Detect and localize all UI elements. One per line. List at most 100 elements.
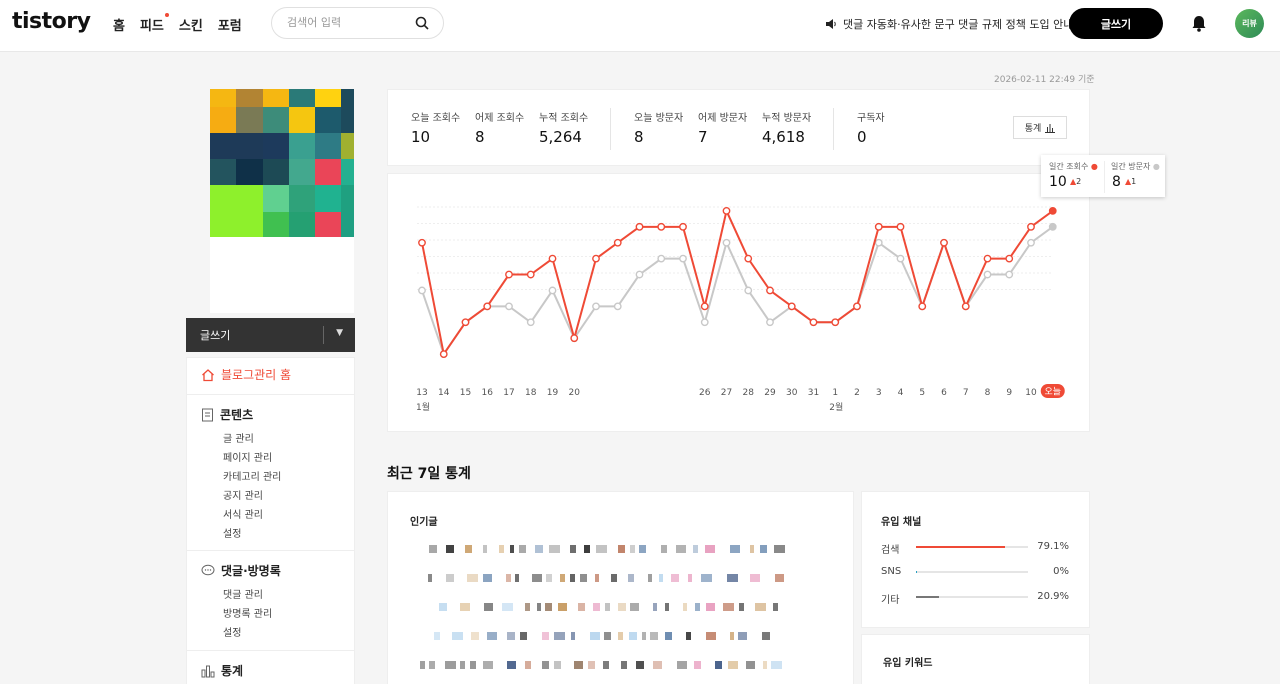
blurred-pixel: [525, 603, 530, 611]
data-point: [548, 286, 557, 295]
data-point: [983, 270, 992, 279]
data-point: [1048, 222, 1057, 231]
data-point: [635, 270, 644, 279]
x-tick-label: 29: [764, 388, 776, 398]
stats-button-label: 통계: [1024, 124, 1042, 134]
card-title: 인기글: [410, 517, 438, 528]
blurred-pixel: [578, 603, 585, 611]
tistory-logo[interactable]: tistory: [12, 9, 91, 34]
top-bar: tistory 홈 피드 스킨 포럼 댓글 자동화·유사한 문구 댓글 규제 정…: [0, 0, 1280, 52]
list-item[interactable]: [420, 632, 790, 640]
section-title: 최근 7일 통계: [387, 466, 471, 482]
stat-value: 4,618: [762, 128, 805, 146]
sidebar-item-content-settings[interactable]: 설정: [223, 525, 241, 540]
series-dot-icon: ●: [1090, 162, 1098, 171]
stat-label: 오늘 조회수: [411, 113, 461, 124]
admin-sidebar: 블로그관리 홈 콘텐츠 글 관리 페이지 관리 카테고리 관리 공지 관리 서식…: [186, 357, 355, 684]
data-point: [896, 222, 905, 231]
blurred-pixel: [515, 574, 519, 582]
channel-percent: 20.9%: [1037, 591, 1069, 602]
blurred-pixel: [520, 632, 527, 640]
stats-button[interactable]: 통계: [1013, 116, 1067, 139]
data-point: [744, 286, 753, 295]
data-point: [592, 254, 600, 263]
sidebar-section-comments[interactable]: 댓글·방명록: [201, 562, 281, 579]
delta-text: 1: [1131, 177, 1137, 186]
data-point: [766, 286, 774, 295]
blurred-pixel: [723, 603, 734, 611]
data-point: [635, 222, 644, 231]
sidebar-item-home[interactable]: 블로그관리 홈: [201, 366, 291, 383]
divider: [187, 394, 354, 395]
x-tick-label: 30: [786, 388, 798, 398]
list-item[interactable]: [420, 545, 790, 553]
series-line: [421, 226, 1054, 357]
channel-bar-fill: [916, 571, 917, 573]
sidebar-item-guestbook[interactable]: 방명록 관리: [223, 605, 272, 620]
blurred-pixel: [648, 574, 652, 582]
sidebar-item-posts[interactable]: 글 관리: [223, 430, 254, 445]
blurred-pixel: [584, 545, 590, 553]
write-post-button[interactable]: 글쓰기: [1069, 8, 1163, 39]
divider: [187, 550, 354, 551]
x-tick-label: 19: [547, 388, 559, 398]
sidebar-item-comment-settings[interactable]: 설정: [223, 624, 241, 639]
nav-forum[interactable]: 포럼: [218, 15, 242, 34]
blurred-pixel: [560, 574, 565, 582]
search-icon[interactable]: [415, 16, 429, 30]
sidebar-item-notices[interactable]: 공지 관리: [223, 487, 263, 502]
blurred-pixel: [519, 545, 526, 553]
x-tick-label: 3: [876, 388, 882, 398]
global-nav: 홈 피드 스킨 포럼: [113, 13, 242, 34]
nav-feed[interactable]: 피드: [140, 13, 169, 34]
sidebar-section-stats[interactable]: 통계: [201, 662, 243, 679]
search-input[interactable]: [287, 16, 407, 29]
blurred-pixel: [653, 661, 662, 669]
chevron-down-icon[interactable]: ▼: [336, 328, 343, 338]
x-tick-label: 27: [721, 388, 732, 398]
blurred-pixel: [570, 545, 576, 553]
data-point: [744, 254, 753, 263]
sidebar-item-categories[interactable]: 카테고리 관리: [223, 468, 281, 483]
list-item[interactable]: [420, 661, 790, 669]
blurred-pixel: [730, 632, 734, 640]
channel-bar: [916, 546, 1028, 548]
data-point: [961, 302, 970, 311]
blurred-pixel: [715, 661, 722, 669]
nav-home[interactable]: 홈: [113, 15, 125, 34]
stats-summary-panel: [387, 89, 1090, 166]
blurred-pixel: [728, 661, 738, 669]
data-point: [787, 302, 796, 311]
data-point: [461, 318, 470, 327]
avatar[interactable]: 리뷰: [1235, 9, 1264, 38]
data-point: [657, 222, 666, 231]
blurred-pixel: [618, 603, 626, 611]
data-point: [505, 270, 513, 279]
sidebar-item-comments[interactable]: 댓글 관리: [223, 586, 263, 601]
stat-label: 누적 방문자: [762, 113, 812, 124]
nav-skin[interactable]: 스킨: [179, 15, 203, 34]
blurred-pixel: [730, 545, 740, 553]
sidebar-write-button[interactable]: 글쓰기 ▼: [186, 318, 355, 352]
list-item[interactable]: [420, 574, 790, 582]
sidebar-item-templates[interactable]: 서식 관리: [223, 506, 263, 521]
blurred-pixel: [665, 632, 672, 640]
blurred-pixel: [596, 545, 607, 553]
blurred-pixel: [558, 603, 567, 611]
sidebar-item-pages[interactable]: 페이지 관리: [223, 449, 272, 464]
x-tick-label: 17: [503, 388, 514, 398]
blurred-pixel: [595, 574, 599, 582]
blurred-pixel: [502, 603, 513, 611]
blurred-pixel: [636, 661, 644, 669]
data-point: [722, 238, 731, 247]
notice-banner[interactable]: 댓글 자동화·유사한 문구 댓글 규제 정책 도입 안내: [825, 16, 1073, 32]
blurred-pixel: [686, 632, 691, 640]
data-point: [679, 222, 687, 231]
x-tick-label: 14: [438, 388, 450, 398]
list-item[interactable]: [420, 603, 790, 611]
blurred-pixel: [618, 632, 623, 640]
channel-bar: [916, 596, 1028, 598]
data-point: [548, 254, 557, 263]
sidebar-section-content[interactable]: 콘텐츠: [201, 406, 253, 423]
bell-icon[interactable]: [1191, 15, 1207, 32]
